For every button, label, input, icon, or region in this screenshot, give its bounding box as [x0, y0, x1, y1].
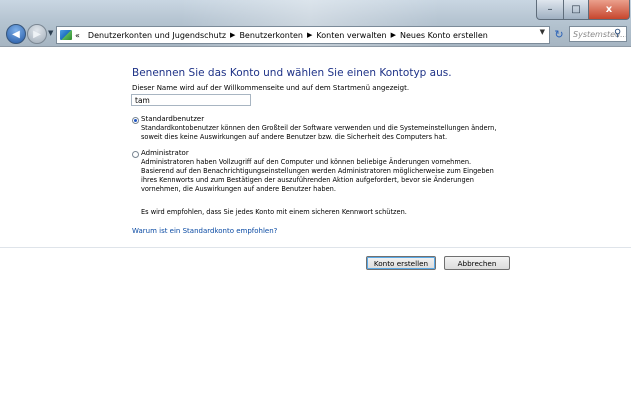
chevron-down-icon: ▼ [48, 29, 54, 37]
chevron-right-icon[interactable]: ▶ [307, 31, 312, 39]
close-button[interactable]: x [588, 0, 630, 20]
maximize-icon: □ [571, 4, 581, 15]
administrator-label[interactable]: Administrator [141, 149, 189, 157]
administrator-description: Administratoren haben Vollzugriff auf de… [141, 158, 494, 193]
breadcrumb-item[interactable]: Konten verwalten [316, 31, 386, 40]
control-panel-icon [60, 30, 72, 40]
close-icon: x [605, 4, 613, 15]
standard-user-description: Standardkontobenutzer können den Großtei… [141, 124, 497, 141]
breadcrumb-prefix: « [75, 30, 80, 40]
forward-button[interactable]: ▶ [27, 24, 47, 44]
name-field-label: Dieser Name wird auf der Willkommenseite… [132, 84, 410, 92]
breadcrumb-item[interactable]: Denutzerkonten und Jugendschutz [88, 31, 226, 40]
account-name-input[interactable] [131, 94, 251, 106]
divider [0, 247, 631, 248]
forward-arrow-icon: ▶ [33, 28, 41, 40]
help-link[interactable]: Warum ist ein Standardkonto empfohlen? [132, 227, 277, 235]
password-recommendation: Es wird empfohlen, dass Sie jedes Konto … [141, 208, 407, 216]
recent-pages-dropdown[interactable]: ▼ [48, 29, 53, 37]
back-button[interactable]: ◀ [6, 24, 26, 44]
minimize-button[interactable]: – [536, 0, 564, 20]
standard-user-radio[interactable] [132, 117, 139, 124]
address-bar[interactable]: « Denutzerkonten und Jugendschutz ▶ Benu… [56, 26, 550, 44]
address-dropdown-icon[interactable]: ▼ [540, 28, 545, 36]
create-account-button[interactable]: Konto erstellen [366, 256, 436, 270]
chevron-right-icon[interactable]: ▶ [391, 31, 396, 39]
maximize-button[interactable]: □ [563, 0, 589, 20]
search-icon[interactable]: ⚲ [614, 28, 624, 40]
breadcrumb-item[interactable]: Neues Konto erstellen [400, 31, 488, 40]
minimize-icon: – [547, 4, 553, 15]
back-arrow-icon: ◀ [12, 28, 20, 40]
standard-user-label[interactable]: Standardbenutzer [141, 115, 204, 123]
page-title: Benennen Sie das Konto und wählen Sie ei… [132, 67, 452, 79]
main-content: Benennen Sie das Konto und wählen Sie ei… [0, 47, 631, 412]
refresh-button[interactable]: ↻ [552, 26, 566, 42]
cancel-button[interactable]: Abbrechen [444, 256, 510, 270]
search-input[interactable]: Systemsteu... ⚲ [569, 26, 627, 42]
administrator-radio[interactable] [132, 151, 139, 158]
breadcrumb-item[interactable]: Benutzerkonten [239, 31, 303, 40]
chevron-right-icon[interactable]: ▶ [230, 31, 235, 39]
refresh-icon: ↻ [554, 27, 564, 41]
